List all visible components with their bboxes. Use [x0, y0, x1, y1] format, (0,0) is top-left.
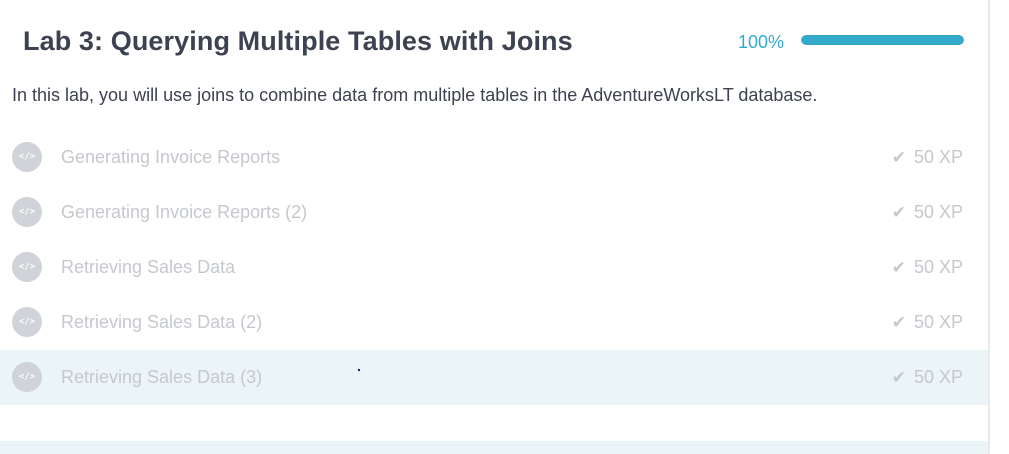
- progress-bar-fill: [801, 35, 964, 45]
- xp-value: 50 XP: [913, 202, 963, 222]
- exercise-title[interactable]: Generating Invoice Reports (2): [61, 202, 307, 223]
- xp-value: 50 XP: [913, 367, 963, 387]
- exercise-item-hovered[interactable]: </> Retrieving Sales Data (3) ✔ 50 XP: [0, 350, 988, 405]
- exercise-item[interactable]: </> Generating Invoice Reports (2) ✔ 50 X…: [0, 185, 988, 240]
- progress-bar: [801, 35, 964, 45]
- lab-title: Lab 3: Querying Multiple Tables with Joi…: [23, 26, 573, 56]
- exercise-title[interactable]: Retrieving Sales Data: [61, 257, 235, 278]
- next-section-strip: [0, 441, 988, 454]
- exercise-xp: ✔ 50 XP: [892, 202, 963, 223]
- panel-divider: [988, 0, 990, 454]
- cursor-dot: [358, 369, 360, 371]
- code-icon: </>: [12, 197, 42, 227]
- exercise-item[interactable]: </> Retrieving Sales Data (2) ✔ 50 XP: [0, 295, 988, 350]
- exercise-xp: ✔ 50 XP: [892, 257, 963, 278]
- exercise-list: </> Generating Invoice Reports ✔ 50 XP </…: [0, 130, 988, 405]
- code-icon: </>: [12, 362, 42, 392]
- checkmark-icon: ✔: [891, 203, 906, 222]
- checkmark-icon: ✔: [891, 368, 906, 387]
- lab-header: Lab 3: Querying Multiple Tables with Joi…: [0, 24, 988, 64]
- lab-panel: Lab 3: Querying Multiple Tables with Joi…: [0, 0, 1009, 454]
- checkmark-icon: ✔: [891, 258, 906, 277]
- xp-value: 50 XP: [913, 257, 963, 277]
- code-icon: </>: [12, 142, 42, 172]
- exercise-title[interactable]: Retrieving Sales Data (2): [61, 312, 262, 333]
- checkmark-icon: ✔: [891, 313, 906, 332]
- checkmark-icon: ✔: [891, 148, 906, 167]
- exercise-item[interactable]: </> Generating Invoice Reports ✔ 50 XP: [0, 130, 988, 185]
- lab-description: In this lab, you will use joins to combi…: [12, 85, 818, 105]
- exercise-title[interactable]: Retrieving Sales Data (3): [61, 367, 262, 388]
- exercise-item[interactable]: </> Retrieving Sales Data ✔ 50 XP: [0, 240, 988, 295]
- code-icon: </>: [12, 307, 42, 337]
- xp-value: 50 XP: [913, 147, 963, 167]
- exercise-xp: ✔ 50 XP: [892, 367, 963, 388]
- exercise-xp: ✔ 50 XP: [892, 312, 963, 333]
- exercise-title[interactable]: Generating Invoice Reports: [61, 147, 280, 168]
- xp-value: 50 XP: [913, 312, 963, 332]
- progress-percent: 100%: [738, 32, 785, 52]
- exercise-xp: ✔ 50 XP: [892, 147, 963, 168]
- code-icon: </>: [12, 252, 42, 282]
